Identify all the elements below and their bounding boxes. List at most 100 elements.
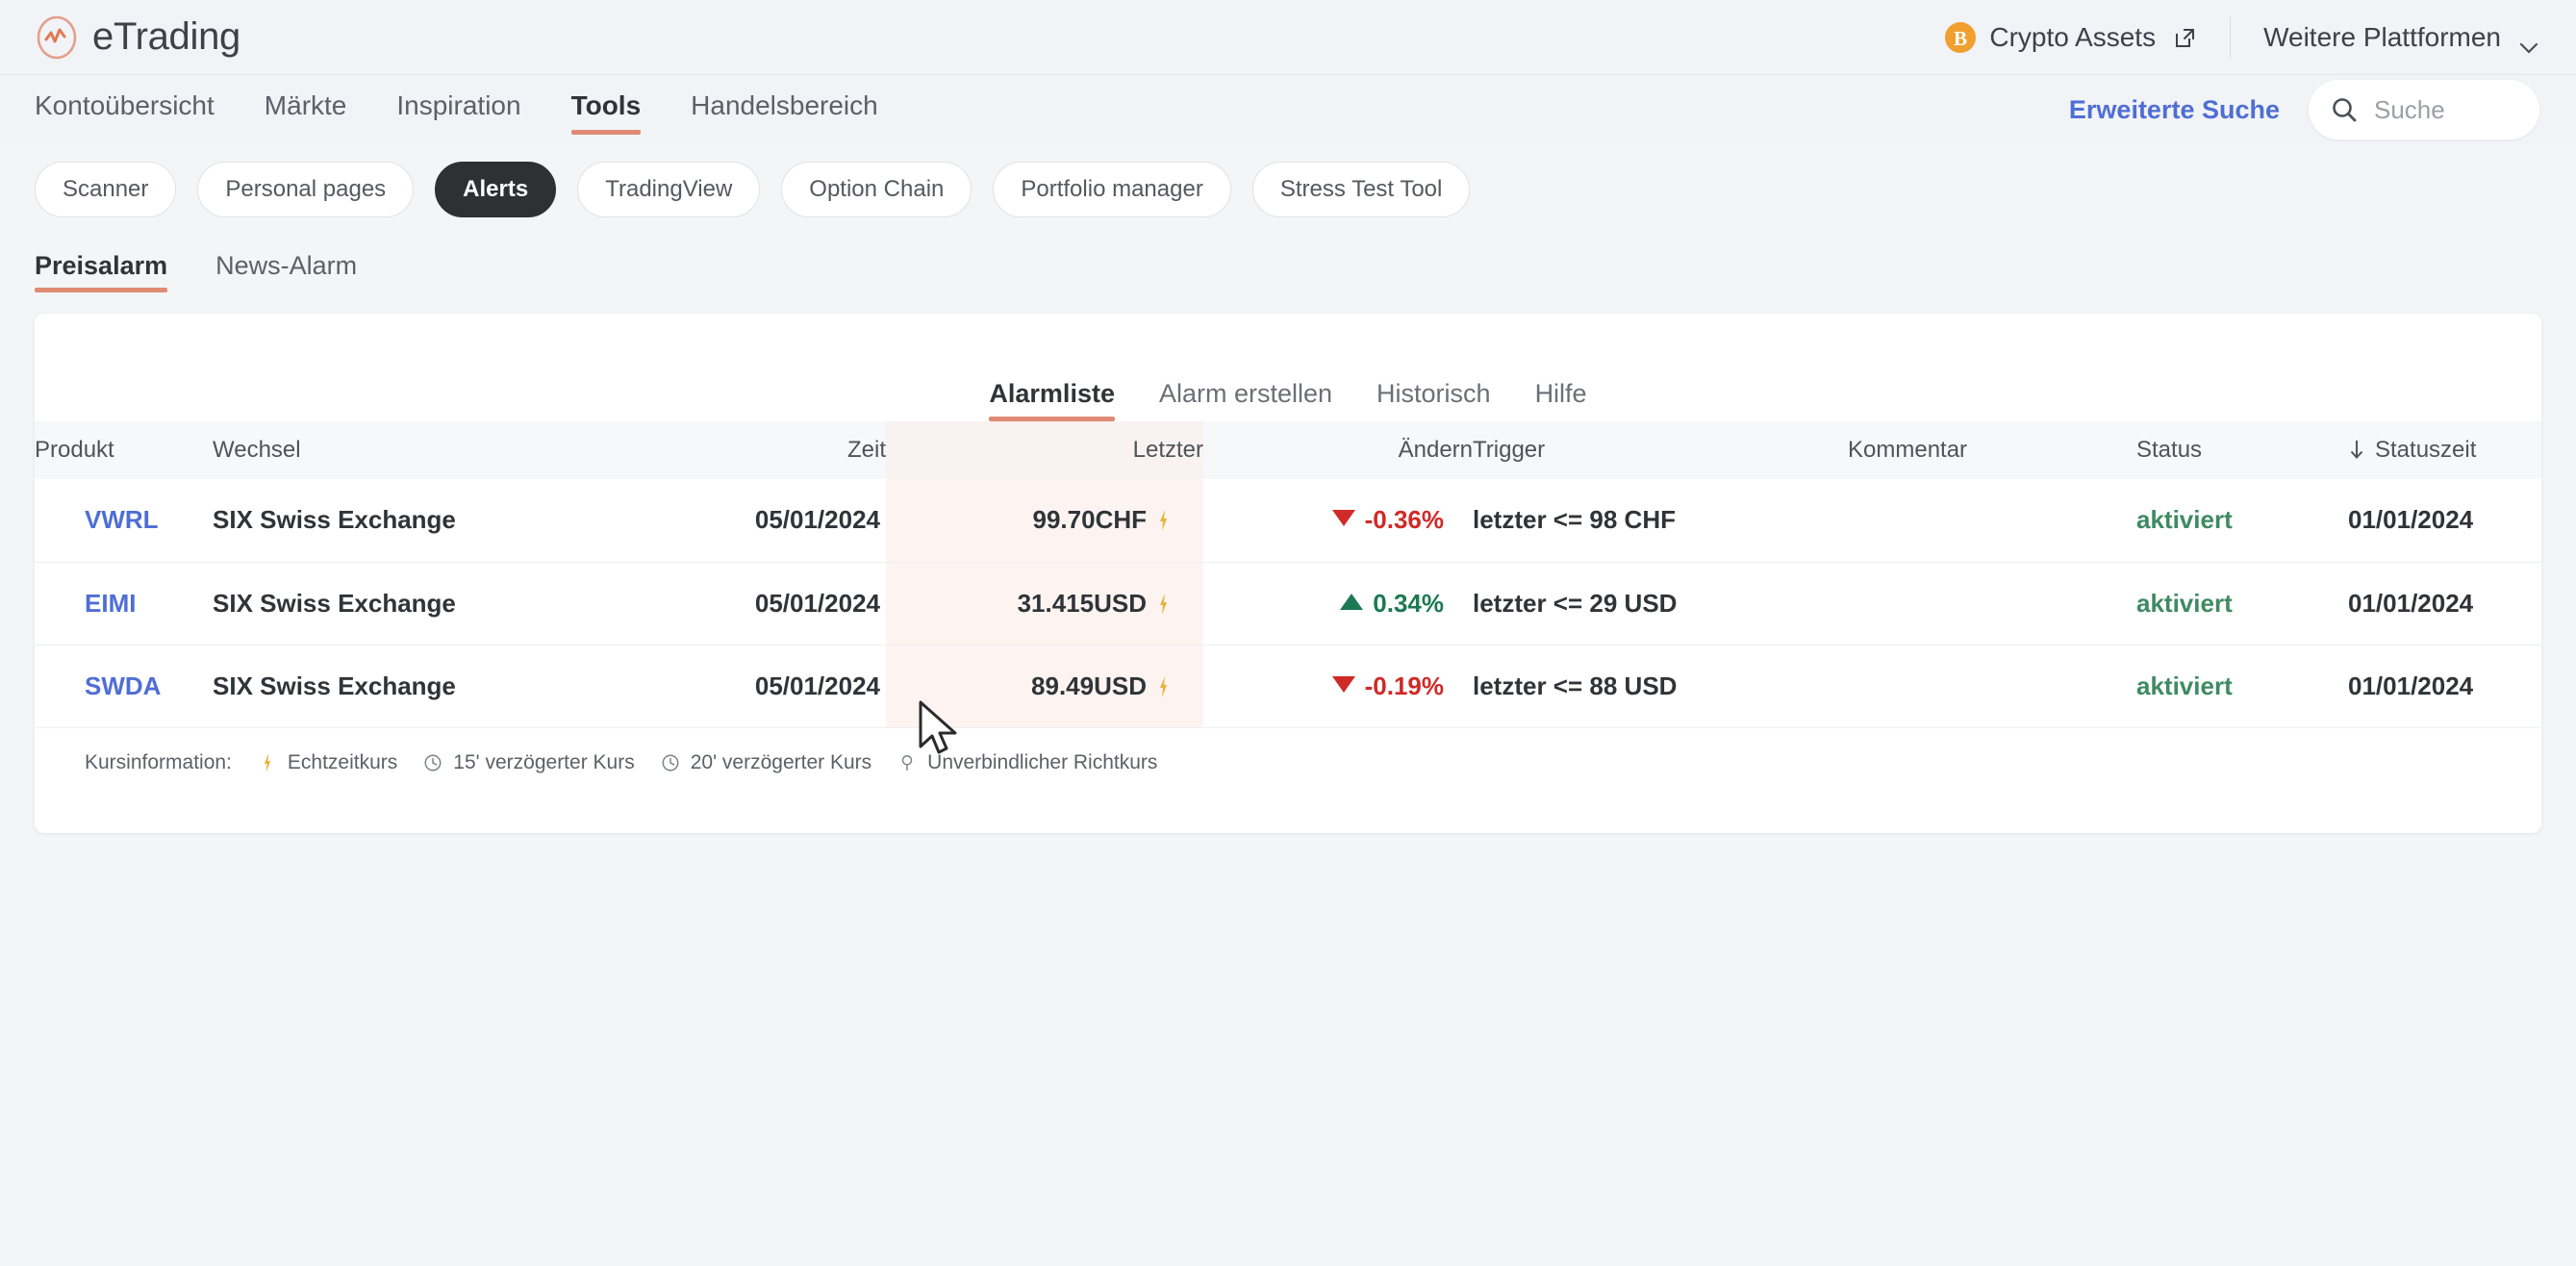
header-statuszeit[interactable]: Statuszeit (2348, 421, 2541, 479)
header-produkt[interactable]: Produkt (35, 421, 213, 479)
tools-pill-row: Scanner Personal pages Alerts TradingVie… (0, 144, 2576, 221)
platforms-label: Weitere Plattformen (2263, 21, 2501, 52)
row-statuszeit: 01/01/2024 (2348, 505, 2474, 535)
legend-label: Kursinformation: (85, 750, 232, 773)
header-wechsel[interactable]: Wechsel (213, 421, 568, 479)
nav-item-handelsbereich[interactable]: Handelsbereich (691, 90, 878, 135)
alerts-table-head: Produkt Wechsel Zeit Letzter Ändern Trig… (35, 421, 2541, 479)
pill-option-chain[interactable]: Option Chain (781, 162, 972, 217)
nav-item-kontouebersicht[interactable]: Kontoübersicht (35, 90, 215, 135)
row-statuszeit: 01/01/2024 (2348, 671, 2474, 700)
alarm-subtabs: Preisalarm News-Alarm (0, 221, 2576, 292)
realtime-bolt-icon (257, 752, 278, 773)
triangle-up-icon (1340, 593, 1364, 610)
pill-personal-pages[interactable]: Personal pages (197, 162, 415, 217)
row-produkt-link[interactable]: SWDA (85, 671, 161, 700)
search-input[interactable]: Suche (2309, 80, 2539, 139)
row-statuszeit: 01/01/2024 (2348, 588, 2474, 618)
nav-item-inspiration[interactable]: Inspiration (396, 90, 520, 135)
row-aendern-value: 0.34% (1373, 588, 1444, 618)
svg-text:B: B (1954, 27, 1967, 50)
subtab-preisalarm[interactable]: Preisalarm (35, 251, 168, 292)
row-trigger: letzter <= 29 USD (1473, 588, 1678, 618)
legend-item-delayed-20: 20' verzögerter Kurs (660, 751, 871, 774)
nav-item-tools[interactable]: Tools (570, 90, 641, 135)
row-produkt-link[interactable]: VWRL (85, 505, 159, 534)
top-bar-right: B Crypto Assets Weitere Plattformen (1944, 15, 2539, 59)
pill-portfolio-manager[interactable]: Portfolio manager (993, 162, 1231, 217)
tab-hilfe[interactable]: Hilfe (1535, 379, 1587, 421)
row-aendern-value: -0.19% (1364, 671, 1444, 700)
header-letzter[interactable]: Letzter (886, 421, 1203, 479)
wave-circle-icon (35, 15, 79, 60)
pill-stress-test-tool[interactable]: Stress Test Tool (1251, 162, 1471, 217)
alerts-card: Alarmliste Alarm erstellen Historisch Hi… (35, 314, 2541, 833)
row-letzter: 31.415USD (1017, 588, 1147, 618)
header-statuszeit-label: Statuszeit (2375, 437, 2477, 463)
row-wechsel: SIX Swiss Exchange (213, 671, 456, 700)
pin-icon (897, 752, 918, 773)
tab-alarmliste[interactable]: Alarmliste (989, 379, 1115, 421)
realtime-bolt-icon (1158, 592, 1169, 615)
realtime-bolt-icon (1158, 674, 1169, 697)
legend-item-label: Unverbindlicher Richtkurs (927, 750, 1158, 773)
legend-item-label: Echtzeitkurs (287, 750, 398, 773)
sort-descending-arrow-icon (2348, 438, 2365, 461)
row-letzter: 99.70CHF (1032, 505, 1148, 535)
legend-item-indicative: Unverbindlicher Richtkurs (897, 751, 1157, 774)
brand-name: eTrading (92, 15, 240, 58)
brand-logo-link[interactable]: eTrading (35, 15, 240, 60)
crypto-assets-link[interactable]: B Crypto Assets (1944, 15, 2232, 59)
nav-item-maerkte[interactable]: Märkte (265, 90, 347, 135)
header-kommentar[interactable]: Kommentar (1848, 421, 2136, 479)
row-letzter: 89.49USD (1031, 671, 1147, 700)
advanced-search-link[interactable]: Erweiterte Suche (2069, 95, 2280, 125)
header-trigger[interactable]: Trigger (1473, 421, 1848, 479)
header-zeit[interactable]: Zeit (568, 421, 886, 479)
alerts-table-body: VWRL SIX Swiss Exchange 05/01/2024 99.70… (35, 479, 2541, 728)
row-zeit: 05/01/2024 (754, 671, 880, 700)
external-link-icon (2172, 25, 2197, 50)
table-row[interactable]: EIMI SIX Swiss Exchange 05/01/2024 31.41… (35, 562, 2541, 646)
legend-item-realtime: Echtzeitkurs (257, 751, 397, 774)
status-badge: aktiviert (2136, 588, 2233, 618)
header-status[interactable]: Status (2136, 421, 2348, 479)
main-nav-links: Kontoübersicht Märkte Inspiration Tools … (35, 75, 878, 144)
row-wechsel: SIX Swiss Exchange (213, 588, 456, 618)
triangle-down-icon (1331, 510, 1355, 527)
quote-info-legend: Kursinformation: Echtzeitkurs 15' verzög… (35, 728, 2541, 774)
row-zeit: 05/01/2024 (754, 588, 880, 618)
row-wechsel: SIX Swiss Exchange (213, 505, 456, 535)
clock-icon (660, 752, 681, 773)
subtab-news-alarm[interactable]: News-Alarm (215, 251, 357, 292)
card-tabs: Alarmliste Alarm erstellen Historisch Hi… (35, 314, 2541, 421)
pill-alerts[interactable]: Alerts (435, 162, 557, 217)
pill-scanner[interactable]: Scanner (35, 162, 177, 217)
realtime-bolt-icon (1158, 508, 1169, 532)
legend-item-delayed-15: 15' verzögerter Kurs (422, 751, 635, 774)
row-produkt-link[interactable]: EIMI (85, 589, 136, 618)
alerts-table: Produkt Wechsel Zeit Letzter Ändern Trig… (35, 421, 2541, 728)
table-row[interactable]: VWRL SIX Swiss Exchange 05/01/2024 99.70… (35, 479, 2541, 563)
crypto-assets-label: Crypto Assets (1989, 21, 2157, 52)
row-aendern: -0.36% (1331, 505, 1444, 535)
platforms-dropdown[interactable]: Weitere Plattformen (2231, 21, 2539, 54)
search-placeholder: Suche (2374, 94, 2445, 124)
status-badge: aktiviert (2136, 671, 2233, 700)
row-trigger: letzter <= 88 USD (1473, 671, 1678, 700)
header-aendern[interactable]: Ändern (1203, 421, 1473, 479)
nav-right: Erweiterte Suche Suche (2069, 80, 2539, 139)
pill-tradingview[interactable]: TradingView (577, 162, 761, 217)
status-badge: aktiviert (2136, 505, 2233, 535)
table-header-row: Produkt Wechsel Zeit Letzter Ändern Trig… (35, 421, 2541, 479)
table-row[interactable]: SWDA SIX Swiss Exchange 05/01/2024 89.49… (35, 645, 2541, 728)
triangle-down-icon (1331, 675, 1355, 693)
row-zeit: 05/01/2024 (754, 505, 880, 535)
tab-alarm-erstellen[interactable]: Alarm erstellen (1159, 379, 1332, 421)
search-icon (2330, 95, 2359, 124)
tab-historisch[interactable]: Historisch (1376, 379, 1491, 421)
row-aendern-value: -0.36% (1364, 505, 1444, 535)
row-trigger: letzter <= 98 CHF (1473, 505, 1676, 535)
clock-icon (422, 752, 443, 773)
main-nav: Kontoübersicht Märkte Inspiration Tools … (0, 75, 2576, 144)
